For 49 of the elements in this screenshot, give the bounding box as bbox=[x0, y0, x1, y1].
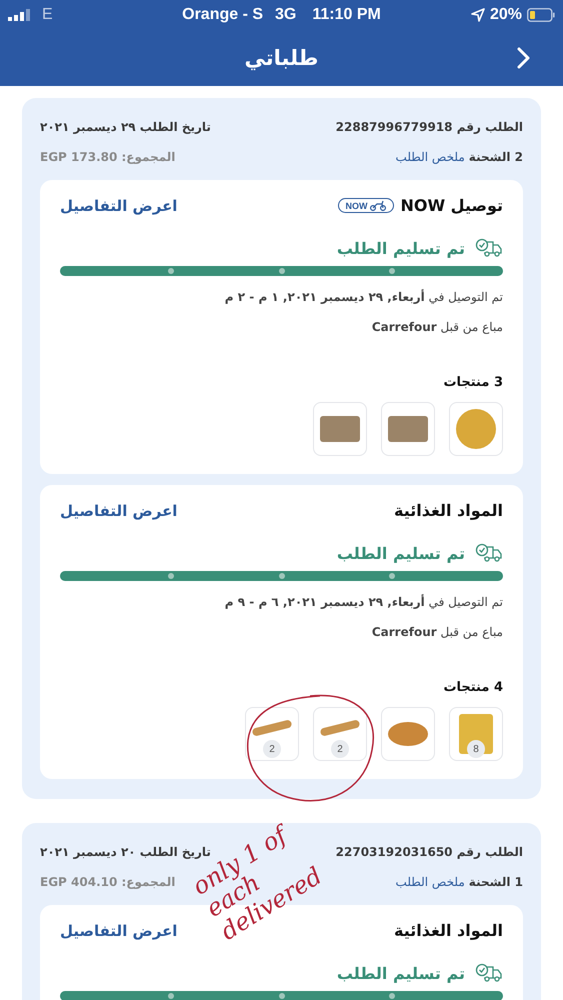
delivery-time: تم التوصيل في أربعاء, ٢٩ ديسمبر ٢٠٢١, ٦ م - ٩ م bbox=[224, 595, 503, 609]
clock-time: 11:10 PM bbox=[312, 6, 381, 24]
order-summary-link[interactable]: ملخص الطلب bbox=[396, 875, 465, 889]
product-thumbnail[interactable]: 8 bbox=[449, 707, 503, 761]
products-count: 3 منتجات bbox=[442, 375, 503, 390]
network-label: E bbox=[42, 6, 53, 24]
view-details-link[interactable]: اعرض التفاصيل bbox=[60, 922, 178, 940]
order-total: المجموع: EGP 173.80 bbox=[40, 150, 176, 164]
product-thumbnail[interactable]: 2 bbox=[245, 707, 299, 761]
shipment-title: توصيل NOW bbox=[400, 196, 503, 215]
truck-check-icon bbox=[475, 543, 503, 563]
carrier-label: Orange - S bbox=[182, 6, 264, 24]
delivery-status: تم تسليم الطلب bbox=[336, 544, 465, 562]
order-total: المجموع: EGP 404.10 bbox=[40, 875, 176, 889]
shipment-title: المواد الغذائية bbox=[394, 921, 503, 940]
order-summary-link[interactable]: ملخص الطلب bbox=[396, 150, 465, 164]
product-thumbnail[interactable] bbox=[313, 402, 367, 456]
product-thumbnail[interactable]: 2 bbox=[313, 707, 367, 761]
quantity-badge: 2 bbox=[263, 740, 281, 758]
shipment-count: 1 الشحنة bbox=[468, 875, 523, 889]
photo-placeholder bbox=[456, 409, 496, 449]
delivery-status: تم تسليم الطلب bbox=[336, 964, 465, 982]
network-type-label: 3G bbox=[275, 6, 296, 24]
delivery-status: تم تسليم الطلب bbox=[336, 238, 465, 258]
shipment-count: 2 الشحنة bbox=[468, 150, 523, 164]
product-thumbnail[interactable] bbox=[381, 707, 435, 761]
truck-check-icon bbox=[475, 963, 503, 983]
photo-placeholder bbox=[388, 722, 428, 746]
product-thumbnail[interactable] bbox=[381, 402, 435, 456]
order-date: تاريخ الطلب ٢٠ ديسمبر ٢٠٢١ bbox=[40, 845, 211, 859]
photo-placeholder bbox=[320, 416, 360, 442]
view-details-link[interactable]: اعرض التفاصيل bbox=[60, 502, 178, 520]
truck-check-icon bbox=[475, 238, 503, 258]
battery-icon bbox=[526, 8, 555, 22]
shipment-title: المواد الغذائية bbox=[394, 501, 503, 520]
order-number: الطلب رقم 22887996779918 bbox=[336, 120, 523, 134]
page-title: طلباتي bbox=[244, 46, 318, 70]
products-count: 4 منتجات bbox=[442, 680, 503, 695]
delivery-time: تم التوصيل في أربعاء, ٢٩ ديسمبر ٢٠٢١, ١ م - ٢ م bbox=[224, 290, 503, 304]
order-number: الطلب رقم 22703192031650 bbox=[336, 845, 523, 859]
quantity-badge: 2 bbox=[331, 740, 349, 758]
location-arrow-icon bbox=[470, 8, 485, 22]
photo-placeholder bbox=[388, 416, 428, 442]
quantity-badge: 8 bbox=[467, 740, 485, 758]
battery-percent: 20% bbox=[490, 6, 522, 24]
now-badge: NOW bbox=[338, 198, 394, 213]
view-details-link[interactable]: اعرض التفاصيل bbox=[60, 196, 178, 214]
product-thumbnail[interactable] bbox=[449, 402, 503, 456]
order-date: تاريخ الطلب ٢٩ ديسمبر ٢٠٢١ bbox=[40, 120, 211, 134]
